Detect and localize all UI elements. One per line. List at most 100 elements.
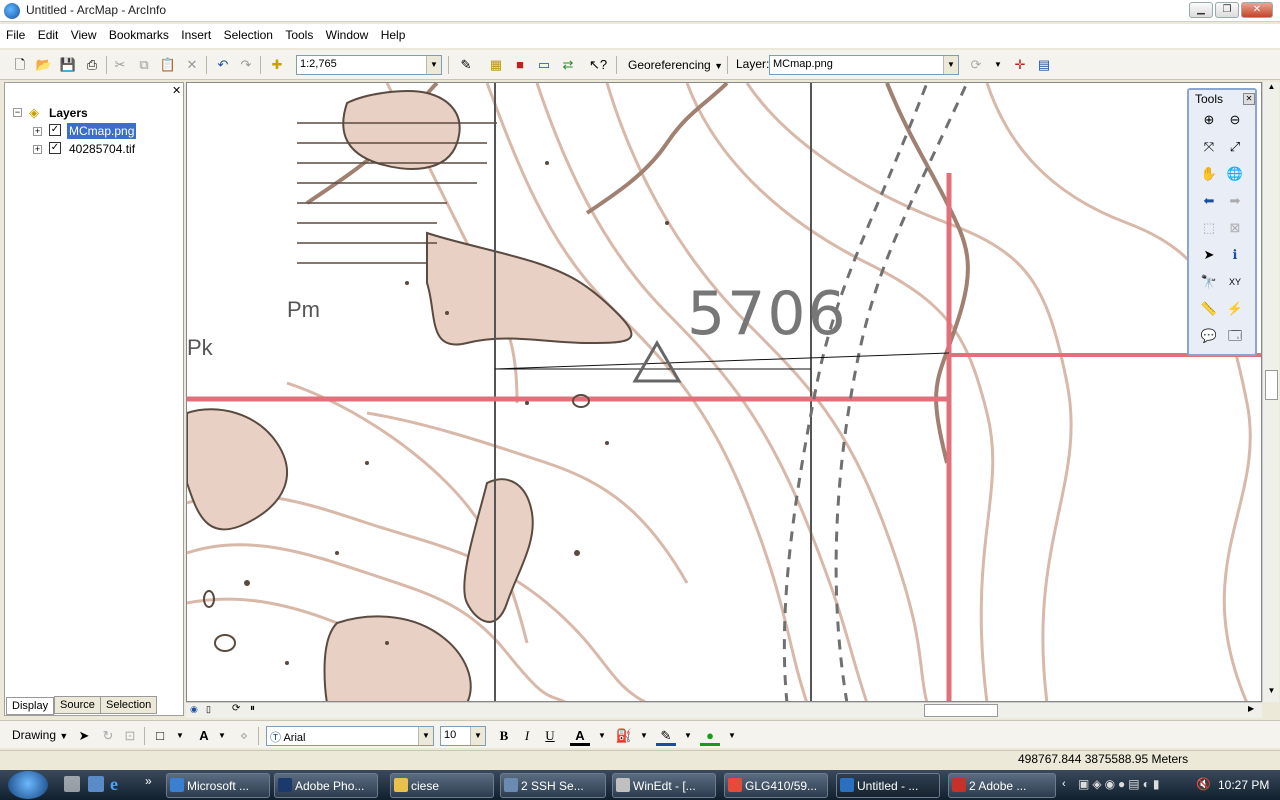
full-extent-icon[interactable]: 🌐 <box>1225 164 1245 184</box>
select-elements-icon[interactable]: ➤ <box>74 726 94 746</box>
select-elements-icon[interactable]: ➤ <box>1199 245 1219 265</box>
scale-combobox[interactable]: 1:2,765 ▼ <box>296 55 442 75</box>
menu-window[interactable]: Window <box>323 24 372 46</box>
font-combobox[interactable]: Ⓣ Arial ▼ <box>266 726 434 746</box>
internet-explorer-icon[interactable]: e <box>110 774 118 795</box>
scroll-up-icon[interactable]: ▲ <box>1264 82 1279 97</box>
zoom-in-icon[interactable]: ⊕ <box>1199 110 1219 130</box>
rotate-icon[interactable]: ⟳ <box>966 55 986 75</box>
measure-icon[interactable]: 📏 <box>1199 299 1219 319</box>
chevron-down-icon[interactable]: ▼ <box>943 56 958 74</box>
open-folder-icon[interactable]: 📂 <box>34 55 54 75</box>
layer-visibility-checkbox[interactable]: ✓ <box>49 124 61 136</box>
copy-icon[interactable]: ⧉ <box>134 55 154 75</box>
hyperlink-icon[interactable]: ⚡ <box>1225 299 1245 319</box>
model-builder-icon[interactable]: ⇄ <box>558 55 578 75</box>
editor-toolbar-icon[interactable]: ✎ <box>456 55 476 75</box>
new-document-icon[interactable]: 🗋 <box>10 55 30 75</box>
taskbar-item-chrome[interactable]: GLG410/59... <box>724 773 828 798</box>
italic-button[interactable]: I <box>517 726 537 746</box>
forward-icon[interactable]: ➡ <box>1225 191 1245 211</box>
taskbar-item-microsoft[interactable]: Microsoft ... <box>166 773 270 798</box>
zoom-out-icon[interactable]: ⊖ <box>1225 110 1245 130</box>
text-icon[interactable]: A <box>194 726 214 746</box>
rectangle-icon[interactable]: □ <box>150 726 170 746</box>
tab-selection[interactable]: Selection <box>100 696 158 714</box>
volume-icon[interactable]: 🔇 <box>1196 777 1211 791</box>
scroll-down-icon[interactable]: ▼ <box>1264 686 1279 701</box>
taskbar-clock[interactable]: 10:27 PM <box>1218 778 1269 792</box>
drawing-menu[interactable]: Drawing ▼ <box>12 728 68 742</box>
tab-source[interactable]: Source <box>54 696 101 714</box>
underline-button[interactable]: U <box>540 726 560 746</box>
switch-windows-icon[interactable] <box>88 776 104 792</box>
tab-display[interactable]: Display <box>6 697 55 715</box>
taskbar-item-photoshop[interactable]: Adobe Pho... <box>274 773 378 798</box>
line-color-icon[interactable]: ✎ <box>656 726 676 746</box>
taskbar-item-winedt[interactable]: WinEdt - [... <box>612 773 716 798</box>
arcmap-app-icon[interactable] <box>4 3 20 19</box>
fill-color-icon[interactable]: ⛽ <box>614 726 634 746</box>
print-icon[interactable]: ⎙ <box>82 55 102 75</box>
command-line-icon[interactable]: ▭ <box>534 55 554 75</box>
close-tools-icon[interactable]: ✕ <box>1243 93 1255 105</box>
horizontal-scroll-thumb[interactable] <box>924 704 998 717</box>
chevron-down-icon[interactable]: ▼ <box>722 726 742 746</box>
undo-icon[interactable]: ↶ <box>213 55 233 75</box>
menu-selection[interactable]: Selection <box>221 24 276 46</box>
chevron-down-icon[interactable]: ▼ <box>418 727 433 745</box>
chevron-down-icon[interactable]: ▼ <box>426 56 441 74</box>
clear-selection-icon[interactable]: ⊠ <box>1225 218 1245 238</box>
taskbar-item-ciese[interactable]: ciese <box>390 773 494 798</box>
bold-button[interactable]: B <box>494 726 514 746</box>
delete-icon[interactable]: ✕ <box>182 55 202 75</box>
restore-button[interactable]: ❐ <box>1215 2 1239 18</box>
rotate-icon[interactable]: ↻ <box>98 726 118 746</box>
menu-view[interactable]: View <box>68 24 100 46</box>
chevron-down-icon[interactable]: ▼ <box>988 55 1008 75</box>
layer-combobox[interactable]: MCmap.png ▼ <box>769 55 959 75</box>
chevron-down-icon[interactable]: ▼ <box>592 726 612 746</box>
vertical-scroll-thumb[interactable] <box>1265 370 1278 400</box>
chevron-down-icon[interactable]: ▼ <box>678 726 698 746</box>
taskbar-item-arcmap[interactable]: Untitled - ... <box>836 773 940 798</box>
horizontal-scrollbar[interactable]: ◉ ▯ ⟳ ⏸ ▶ <box>186 702 1262 718</box>
select-features-icon[interactable]: ⬚ <box>1199 218 1219 238</box>
fixed-zoom-in-icon[interactable]: ⤧ <box>1199 137 1219 157</box>
font-size-combobox[interactable]: 10 ▼ <box>440 726 486 746</box>
pause-drawing-icon[interactable]: ⏸ <box>250 703 255 714</box>
redo-icon[interactable]: ↷ <box>236 55 256 75</box>
taskbar-item-adobe[interactable]: 2 Adobe ... <box>948 773 1056 798</box>
georeferencing-menu[interactable]: Georeferencing ▼ <box>628 58 723 72</box>
cut-icon[interactable]: ✂ <box>110 55 130 75</box>
taskbar-item-ssh[interactable]: 2 SSH Se... <box>500 773 606 798</box>
back-icon[interactable]: ⬅ <box>1199 191 1219 211</box>
map-display[interactable]: 5706 Pk Pm <box>186 82 1262 702</box>
chevron-down-icon[interactable]: ▼ <box>170 726 190 746</box>
font-color-icon[interactable]: A <box>570 726 590 746</box>
paste-icon[interactable]: 📋 <box>158 55 178 75</box>
expand-icon[interactable]: + <box>33 145 42 154</box>
show-desktop-icon[interactable] <box>64 776 80 792</box>
menu-edit[interactable]: Edit <box>35 24 62 46</box>
html-popup-icon[interactable]: 💬 <box>1199 326 1219 346</box>
arctoolbox-icon[interactable]: ■ <box>510 55 530 75</box>
layer-visibility-checkbox[interactable]: ✓ <box>49 142 61 154</box>
vertical-scrollbar[interactable]: ▲ ▼ <box>1262 82 1279 702</box>
expand-icon[interactable]: + <box>33 127 42 136</box>
menu-file[interactable]: File <box>3 24 28 46</box>
view-link-table-icon[interactable]: ▤ <box>1034 55 1054 75</box>
chevron-down-icon[interactable]: ▼ <box>470 727 485 745</box>
add-control-points-icon[interactable]: ✛ <box>1010 55 1030 75</box>
layer-name[interactable]: MCmap.png <box>67 123 137 139</box>
viewer-window-icon[interactable]: 🗔 <box>1225 326 1245 346</box>
marker-color-icon[interactable]: ● <box>700 726 720 746</box>
start-button[interactable] <box>8 771 48 799</box>
go-to-xy-icon[interactable]: XY <box>1225 272 1245 292</box>
system-tray-icons[interactable]: ▣◈◉●▤◐▮ <box>1078 777 1162 791</box>
zoom-to-selected-icon[interactable]: ⊡ <box>120 726 140 746</box>
chevron-down-icon[interactable]: ▼ <box>634 726 654 746</box>
chevron-down-icon[interactable]: ▼ <box>212 726 232 746</box>
whats-this-icon[interactable]: ↖? <box>588 55 608 75</box>
menu-insert[interactable]: Insert <box>178 24 214 46</box>
